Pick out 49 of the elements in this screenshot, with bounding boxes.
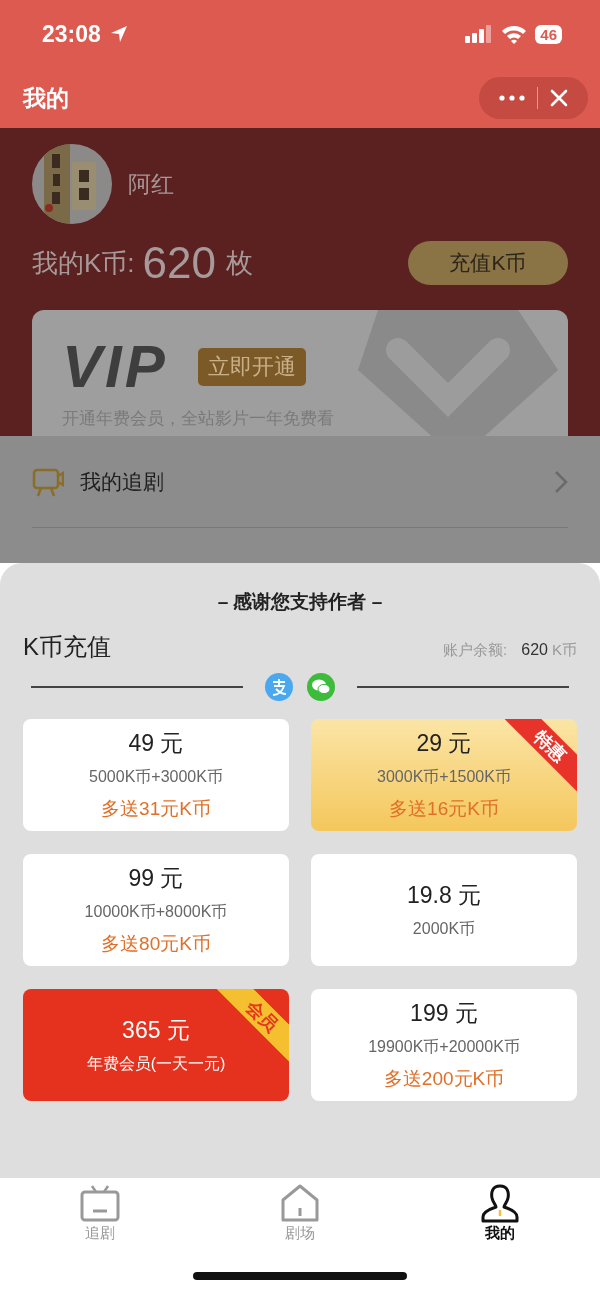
vip-logo-text: VIP [62,332,168,401]
activate-button[interactable]: 立即开通 [197,347,306,386]
package-card[interactable]: 199 元 19900K币+20000K币 多送200元K币 [311,989,577,1101]
package-price: 365 元 [122,1016,190,1045]
user-name: 阿红 [128,169,174,199]
package-price: 99 元 [128,864,184,893]
balance-unit: K币 [552,641,577,660]
home-icon [280,1184,320,1224]
coins-label: 我的K币: [32,246,135,280]
coins-unit: 枚 [226,247,253,280]
tv-icon [80,1184,120,1224]
close-icon [550,89,568,107]
package-price: 199 元 [410,999,478,1028]
wifi-icon [501,24,528,44]
package-card[interactable]: 99 元 10000K币+8000K币 多送80元K币 [23,854,289,966]
signal-icon [465,25,494,43]
battery-level: 46 [535,24,562,44]
sheet-heading: – 感谢您支持作者 – [216,590,384,614]
package-bonus: 多送16元K币 [389,797,499,821]
user-icon [480,1184,520,1224]
package-bonus: 多送80元K币 [101,932,211,956]
sheet-title: K币充值 [23,632,111,662]
chevron-right-icon [554,469,568,494]
package-price: 19.8 元 [406,881,482,910]
package-price: 49 元 [128,729,184,758]
package-card[interactable]: 29 元 3000K币+1500K币 多送16元K币 特惠 [311,719,577,831]
package-card[interactable]: 19.8 元 2000K币 [311,854,577,966]
coins-amount: 620 [142,238,216,288]
package-bonus: 多送31元K币 [101,797,211,821]
page-title: 我的 [23,83,69,113]
package-coins: 2000K币 [412,919,476,939]
tab-item[interactable]: 追剧 [0,1178,200,1244]
more-icon [499,95,525,101]
alipay-icon[interactable] [265,673,293,701]
package-price: 29 元 [416,729,472,758]
package-coins: 5000K币+3000K币 [89,767,223,787]
status-time: 23:08 [42,20,101,48]
balance-label: 账户余额: [443,641,508,660]
tab-item[interactable]: 我的 [400,1178,600,1244]
package-bonus: 多送200元K币 [383,1067,505,1091]
package-card[interactable]: 365 元 年费会员(一天一元) 会员 [23,989,289,1101]
wechat-pay-icon[interactable] [307,673,335,701]
balance-amount: 620 [521,641,548,659]
menu-label: 我的追剧 [80,468,164,495]
recharge-button[interactable]: 充值K币 [408,241,568,285]
tab-item[interactable]: 剧场 [200,1178,400,1244]
package-coins: 19900K币+20000K币 [368,1037,520,1057]
package-card[interactable]: 49 元 5000K币+3000K币 多送31元K币 [23,719,289,831]
package-coins: 10000K币+8000K币 [84,902,228,922]
